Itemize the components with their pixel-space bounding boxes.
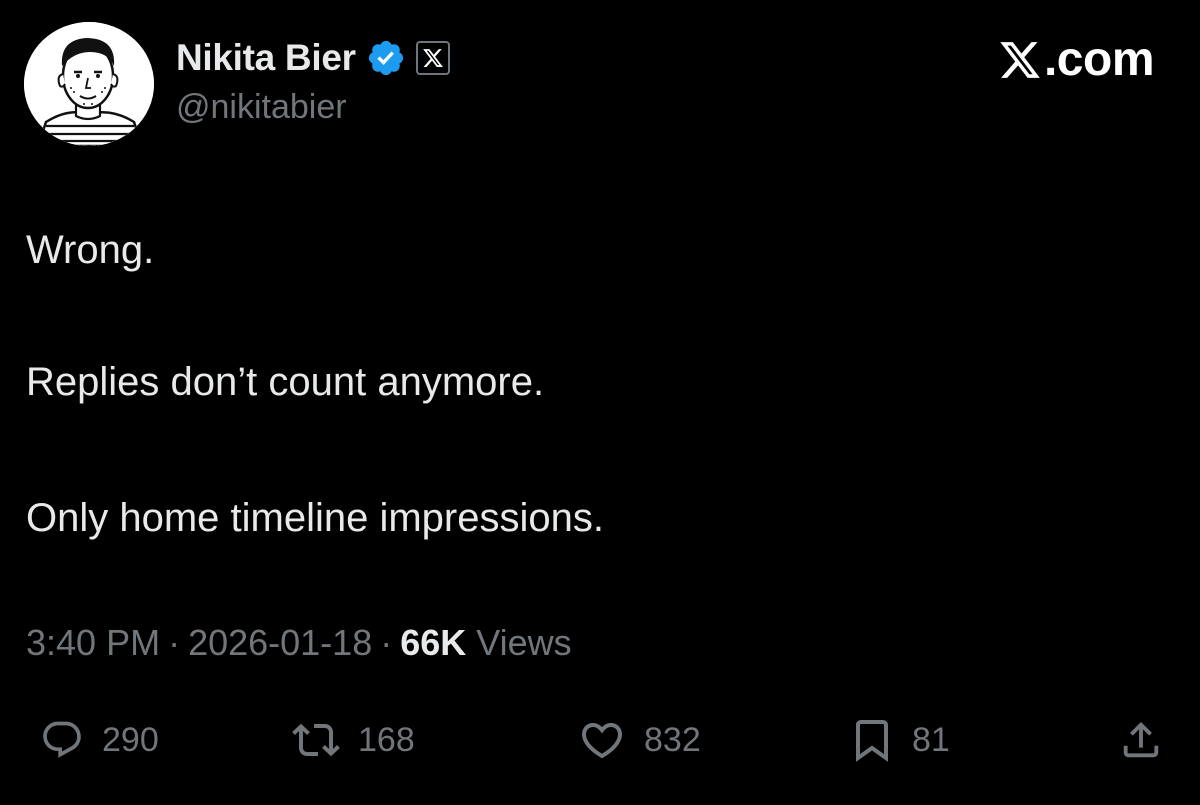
bookmark-count: 81 <box>912 720 950 759</box>
views-label[interactable]: Views <box>476 622 571 664</box>
bookmark-button[interactable]: 81 <box>850 712 950 768</box>
avatar-drawing <box>24 22 154 146</box>
repost-count: 168 <box>358 720 415 759</box>
x-logo-small-icon <box>422 49 443 67</box>
reply-icon <box>43 721 81 758</box>
repost-button[interactable]: 168 <box>292 712 415 768</box>
avatar[interactable] <box>24 22 154 146</box>
meta-separator: · <box>380 622 393 663</box>
share-button[interactable] <box>1118 712 1164 768</box>
like-count: 832 <box>644 720 701 759</box>
tweet-date[interactable]: 2026-01-18 <box>188 622 372 664</box>
action-bar: 290 168 832 81 <box>0 712 1200 772</box>
tweet-text-line: Only home timeline impressions. <box>26 496 604 540</box>
brand-mark: .com <box>998 32 1155 87</box>
tweet-time[interactable]: 3:40 PM <box>26 622 160 664</box>
verified-badge-icon[interactable] <box>366 38 406 78</box>
like-button[interactable]: 832 <box>578 712 701 768</box>
repost-icon <box>292 723 340 757</box>
bookmark-icon <box>856 720 888 762</box>
meta-separator: · <box>168 622 181 663</box>
tweet-meta: 3:40 PM · 2026-01-18 · 66K Views <box>26 622 572 664</box>
author-handle[interactable]: @nikitabier <box>176 88 347 127</box>
x-affiliate-icon[interactable] <box>415 41 450 75</box>
views-count[interactable]: 66K <box>400 622 466 664</box>
reply-count: 290 <box>102 720 159 759</box>
author-name-row: Nikita Bier <box>176 34 450 82</box>
share-icon <box>1123 721 1159 758</box>
x-logo-icon <box>1000 41 1040 78</box>
reply-button[interactable]: 290 <box>40 712 159 768</box>
tweet-text-line: Wrong. <box>26 228 155 272</box>
tweet-text-line: Replies don’t count anymore. <box>26 360 545 404</box>
tweet-card: Nikita Bier @nikitabier .com Wrong. Repl… <box>0 0 1200 805</box>
author-display-name[interactable]: Nikita Bier <box>176 37 356 79</box>
brand-text: .com <box>1043 33 1155 86</box>
heart-icon <box>581 723 623 759</box>
